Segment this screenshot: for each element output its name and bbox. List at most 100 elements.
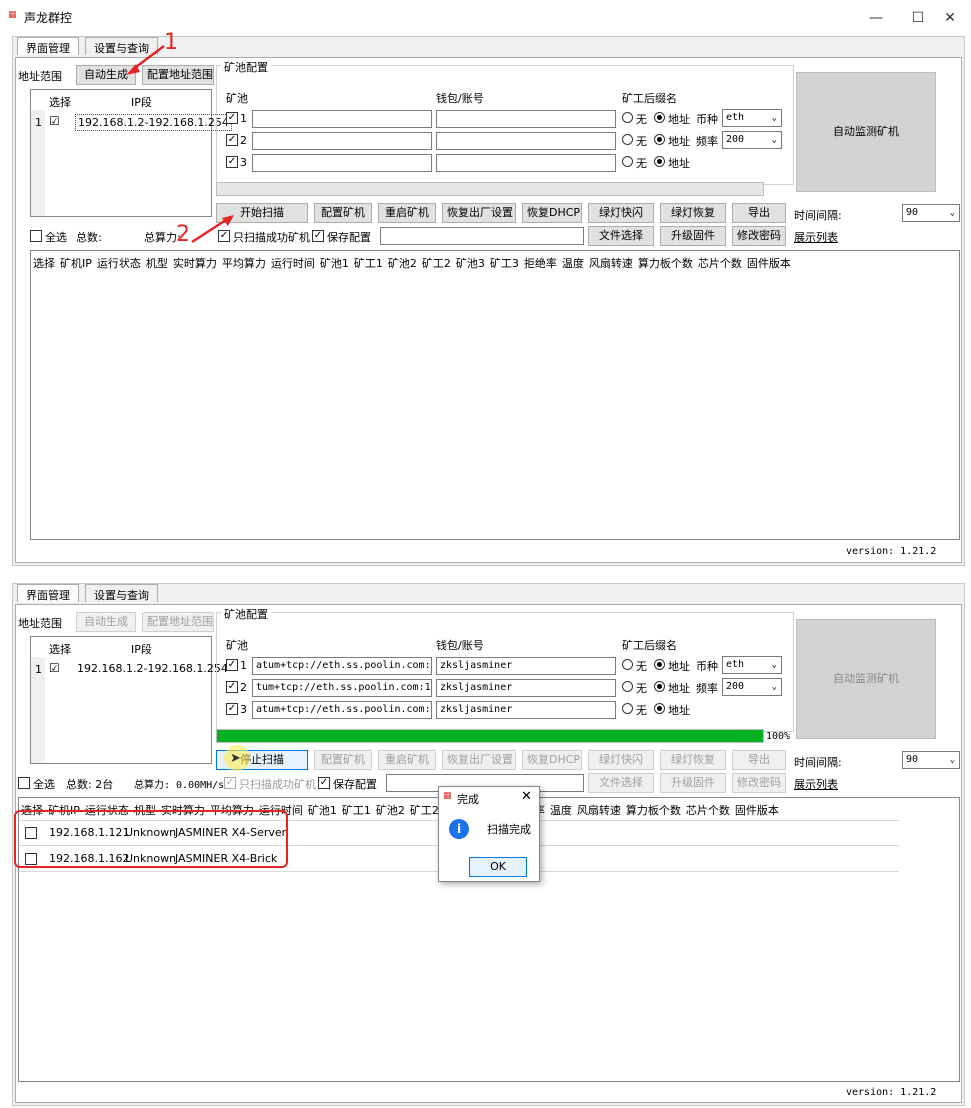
config-miner-button[interactable]: 配置矿机	[314, 203, 372, 223]
frequency-select[interactable]: 200 ⌄	[722, 131, 782, 149]
suffix1-address-radio[interactable]	[654, 112, 665, 123]
column-header[interactable]: 风扇转速	[577, 802, 621, 818]
suffix2-address-radio[interactable]	[654, 681, 665, 692]
config-address-range-button[interactable]: 配置地址范围	[142, 612, 214, 632]
upgrade-firmware-button[interactable]: 升级固件	[660, 773, 726, 793]
pool2-url-input[interactable]: tum+tcp://eth.ss.poolin.com:1883	[252, 679, 432, 697]
pool1-url-input[interactable]: atum+tcp://eth.ss.poolin.com:443	[252, 657, 432, 675]
green-led-flash-button[interactable]: 绿灯快闪	[588, 203, 654, 223]
column-header[interactable]: 矿池1	[320, 255, 349, 271]
column-header[interactable]: 矿机IP	[60, 255, 92, 271]
pool2-wallet-input[interactable]	[436, 132, 616, 150]
column-header[interactable]: 风扇转速	[589, 255, 633, 271]
select-all-checkbox[interactable]	[30, 230, 42, 242]
dialog-close-button[interactable]: ✕	[521, 789, 532, 804]
pool3-url-input[interactable]: atum+tcp://eth.ss.poolin.com:700	[252, 701, 432, 719]
auto-monitor-button[interactable]: 自动监测矿机	[796, 72, 936, 192]
pool3-checkbox[interactable]: ✓	[226, 156, 238, 168]
suffix2-address-radio[interactable]	[654, 134, 665, 145]
factory-reset-button[interactable]: 恢复出厂设置	[442, 750, 516, 770]
pool3-checkbox[interactable]: ✓	[226, 703, 238, 715]
close-window-button[interactable]: ✕	[930, 6, 970, 30]
column-header[interactable]: 运行时间	[271, 255, 315, 271]
column-header[interactable]: 矿池2	[388, 255, 417, 271]
green-led-restore-button[interactable]: 绿灯恢复	[660, 203, 726, 223]
auto-generate-button[interactable]: 自动生成	[76, 612, 136, 632]
column-header[interactable]: 固件版本	[735, 802, 779, 818]
suffix3-none-radio[interactable]	[622, 156, 633, 167]
column-header[interactable]: 矿池1	[308, 802, 337, 818]
suffix3-address-radio[interactable]	[654, 703, 665, 714]
pool1-checkbox[interactable]: ✓	[226, 659, 238, 671]
save-config-checkbox[interactable]: ✓	[318, 777, 330, 789]
pool2-checkbox[interactable]: ✓	[226, 134, 238, 146]
dialog-ok-button[interactable]: OK	[469, 857, 527, 877]
restore-dhcp-button[interactable]: 恢复DHCP	[522, 203, 582, 223]
column-header[interactable]: 平均算力	[222, 255, 266, 271]
upgrade-firmware-button[interactable]: 升级固件	[660, 226, 726, 246]
config-miner-button[interactable]: 配置矿机	[314, 750, 372, 770]
column-header[interactable]: 运行状态	[97, 255, 141, 271]
export-button[interactable]: 导出	[732, 750, 786, 770]
suffix2-none-radio[interactable]	[622, 134, 633, 145]
frequency-select[interactable]: 200 ⌄	[722, 678, 782, 696]
pool3-url-input[interactable]	[252, 154, 432, 172]
pool2-checkbox[interactable]: ✓	[226, 681, 238, 693]
export-button[interactable]: 导出	[732, 203, 786, 223]
suffix3-address-radio[interactable]	[654, 156, 665, 167]
column-header[interactable]: 温度	[550, 802, 572, 818]
file-path-input[interactable]	[380, 227, 584, 245]
column-header[interactable]: 温度	[562, 255, 584, 271]
show-list-link[interactable]: 展示列表	[794, 229, 838, 245]
column-header[interactable]: 矿工2	[410, 802, 439, 818]
auto-monitor-button[interactable]: 自动监测矿机	[796, 619, 936, 739]
column-header[interactable]: 拒绝率	[524, 255, 557, 271]
ip-row-range[interactable]: 192.168.1.2-192.168.1.254	[75, 114, 232, 131]
pool1-wallet-input[interactable]: zksljasminer	[436, 657, 616, 675]
column-header[interactable]: 固件版本	[747, 255, 791, 271]
column-header[interactable]: 矿工3	[490, 255, 519, 271]
tab-interface-management[interactable]: 界面管理	[17, 584, 79, 602]
green-led-flash-button[interactable]: 绿灯快闪	[588, 750, 654, 770]
coin-select[interactable]: eth ⌄	[722, 109, 782, 127]
suffix1-none-radio[interactable]	[622, 659, 633, 670]
reboot-miner-button[interactable]: 重启矿机	[378, 750, 436, 770]
ip-row-checkbox[interactable]: ☑	[49, 661, 60, 675]
column-header[interactable]: 实时算力	[173, 255, 217, 271]
suffix1-address-radio[interactable]	[654, 659, 665, 670]
suffix1-none-radio[interactable]	[622, 112, 633, 123]
column-header[interactable]: 机型	[146, 255, 168, 271]
pool2-wallet-input[interactable]: zksljasminer	[436, 679, 616, 697]
pool1-wallet-input[interactable]	[436, 110, 616, 128]
column-header[interactable]: 算力板个数	[638, 255, 693, 271]
tab-settings-query[interactable]: 设置与查询	[85, 584, 158, 602]
column-header[interactable]: 矿池3	[456, 255, 485, 271]
file-select-button[interactable]: 文件选择	[588, 226, 654, 246]
pool1-checkbox[interactable]: ✓	[226, 112, 238, 124]
column-header[interactable]: 矿工1	[342, 802, 371, 818]
interval-select[interactable]: 90 ⌄	[902, 751, 960, 769]
column-header[interactable]: 矿工2	[422, 255, 451, 271]
column-header[interactable]: 选择	[33, 255, 55, 271]
minimize-button[interactable]: —	[856, 6, 896, 30]
save-config-checkbox[interactable]: ✓	[312, 230, 324, 242]
green-led-restore-button[interactable]: 绿灯恢复	[660, 750, 726, 770]
show-list-link[interactable]: 展示列表	[794, 776, 838, 792]
reboot-miner-button[interactable]: 重启矿机	[378, 203, 436, 223]
file-select-button[interactable]: 文件选择	[588, 773, 654, 793]
tab-interface-management[interactable]: 界面管理	[17, 37, 79, 55]
column-header[interactable]: 矿池2	[376, 802, 405, 818]
pool1-url-input[interactable]	[252, 110, 432, 128]
pool2-url-input[interactable]	[252, 132, 432, 150]
ip-row-range[interactable]: 192.168.1.2-192.168.1.254	[77, 662, 228, 675]
select-all-checkbox[interactable]	[18, 777, 30, 789]
suffix3-none-radio[interactable]	[622, 703, 633, 714]
change-password-button[interactable]: 修改密码	[732, 773, 786, 793]
column-header[interactable]: 芯片个数	[686, 802, 730, 818]
column-header[interactable]: 芯片个数	[698, 255, 742, 271]
pool3-wallet-input[interactable]	[436, 154, 616, 172]
restore-dhcp-button[interactable]: 恢复DHCP	[522, 750, 582, 770]
pool3-wallet-input[interactable]: zksljasminer	[436, 701, 616, 719]
ip-row-checkbox[interactable]: ☑	[49, 114, 60, 128]
factory-reset-button[interactable]: 恢复出厂设置	[442, 203, 516, 223]
